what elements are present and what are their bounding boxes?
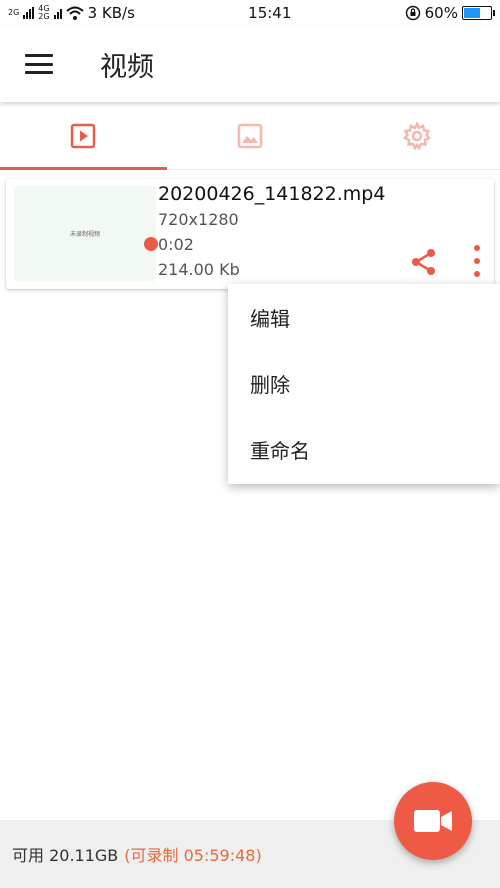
network-type: 2G [8,9,19,17]
battery-percent: 60% [424,4,458,22]
more-vertical-icon[interactable] [462,243,492,279]
video-size: 214.00 Kb [158,260,240,279]
menu-item-rename[interactable]: 重命名 [228,416,500,482]
network-type-secondary: 4G 2G [38,5,49,21]
image-icon [237,123,263,148]
status-left: 2G 4G 2G 3 KB/s [8,4,135,22]
signal-icon-secondary [53,7,62,19]
status-right: 60% [405,4,495,22]
rotation-lock-icon [405,5,420,21]
battery-icon [461,6,495,20]
app-bar: 视频 [0,26,500,102]
share-icon [412,249,435,275]
tab-videos[interactable] [0,102,167,170]
menu-item-delete[interactable]: 删除 [228,350,500,416]
battery-level [463,8,480,18]
remaining-record-time: (可录制 05:59:48) [124,846,262,865]
video-filename: 20200426_141822.mp4 [158,183,386,205]
tab-images[interactable] [167,102,334,169]
record-button[interactable] [394,782,472,860]
gear-icon [402,121,431,150]
clock: 15:41 [248,4,292,22]
tab-settings[interactable] [333,102,500,169]
menu-item-edit[interactable]: 编辑 [228,284,500,350]
available-storage: 可用 20.11GB [12,846,119,865]
video-thumbnail[interactable]: 未录制视频 [14,186,158,281]
recording-badge [144,237,158,251]
network-speed: 3 KB/s [87,4,135,22]
hamburger-menu-icon[interactable] [25,54,53,74]
tab-bar [0,102,500,170]
context-menu: 编辑 删除 重命名 [228,284,500,484]
video-duration: 0:02 [158,235,194,254]
thumbnail-text: 未录制视频 [69,231,100,238]
video-play-icon [71,123,96,148]
status-bar: 2G 4G 2G 3 KB/s 15:41 60% [0,0,500,26]
network-type-bottom: 2G [38,12,50,21]
video-list-item[interactable]: 未录制视频 20200426_141822.mp4 720x1280 0:02 … [6,179,494,289]
video-camera-icon [414,810,452,832]
share-button[interactable] [408,246,440,278]
video-resolution: 720x1280 [158,210,239,229]
wifi-icon [65,6,84,20]
video-meta: 20200426_141822.mp4 720x1280 0:02 214.00… [158,181,385,282]
page-title: 视频 [100,51,154,83]
signal-icon [23,7,35,19]
network-type-top: 2G [8,8,20,17]
